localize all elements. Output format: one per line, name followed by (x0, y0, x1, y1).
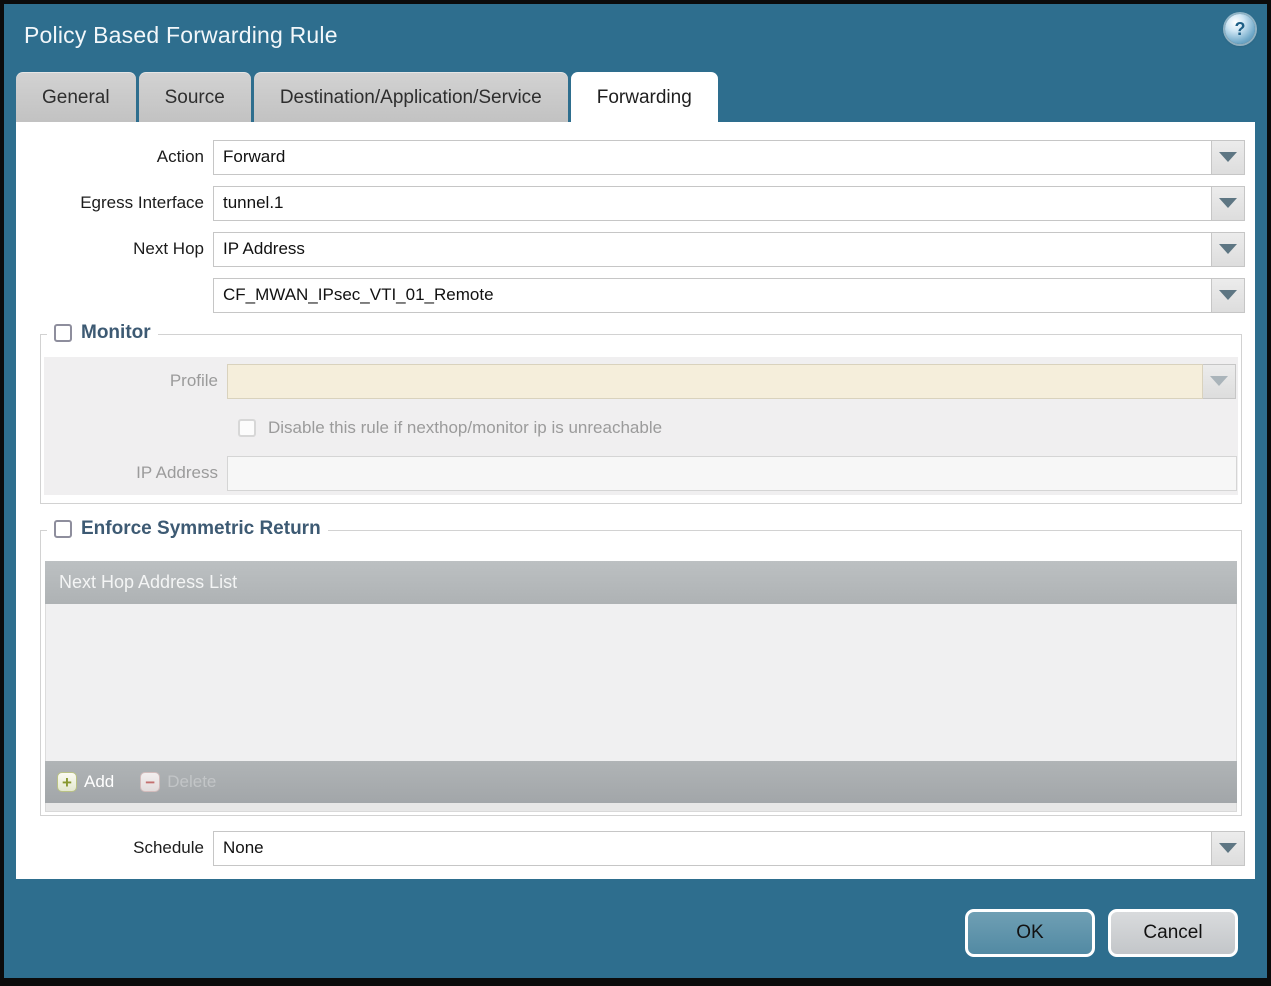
monitor-profile-row: Profile (44, 363, 1238, 399)
egress-interface-select[interactable]: tunnel.1 (213, 185, 1212, 221)
next-hop-address-value: CF_MWAN_IPsec_VTI_01_Remote (223, 285, 494, 304)
chevron-down-icon (1219, 290, 1237, 300)
tab-general[interactable]: General (16, 72, 136, 122)
add-button[interactable]: + Add (57, 772, 114, 792)
monitor-ip-row: IP Address (44, 455, 1238, 491)
tab-destination-application-service[interactable]: Destination/Application/Service (253, 72, 568, 122)
forwarding-tab-panel: Action Forward Egress Interface tunnel.1… (16, 122, 1255, 879)
action-label: Action (156, 147, 204, 166)
tab-forwarding[interactable]: Forwarding (570, 72, 718, 122)
chevron-down-icon (1219, 198, 1237, 208)
next-hop-address-list-header: Next Hop Address List (45, 561, 1237, 604)
chevron-down-icon (1210, 376, 1228, 386)
schedule-value: None (223, 838, 264, 857)
chevron-down-icon (1219, 244, 1237, 254)
tab-general-label: General (42, 86, 110, 108)
table-scroll-strip (45, 803, 1237, 812)
add-plus-icon: + (57, 772, 77, 792)
ok-button-label: OK (1016, 922, 1044, 943)
schedule-select[interactable]: None (213, 830, 1212, 866)
disable-rule-row: Disable this rule if nexthop/monitor ip … (44, 410, 1238, 446)
next-hop-address-dropdown-button[interactable] (1212, 277, 1245, 313)
egress-interface-label: Egress Interface (80, 193, 204, 212)
next-hop-address-select[interactable]: CF_MWAN_IPsec_VTI_01_Remote (213, 277, 1212, 313)
action-select[interactable]: Forward (213, 139, 1212, 175)
action-value: Forward (223, 147, 286, 166)
next-hop-row: Next Hop IP Address (16, 231, 1245, 267)
help-icon[interactable]: ? (1225, 14, 1255, 44)
dialog-title: Policy Based Forwarding Rule (24, 21, 338, 48)
monitor-inner: Profile Disable this rule if nexthop/mon… (44, 357, 1238, 495)
monitor-fieldset: Monitor Profile Disable this rule if nex… (40, 322, 1242, 504)
monitor-ip-label: IP Address (136, 463, 218, 482)
next-hop-address-list-toolbar: + Add − Delete (45, 761, 1237, 803)
enforce-legend-label: Enforce Symmetric Return (81, 518, 321, 539)
action-row: Action Forward (16, 139, 1245, 175)
enforce-symmetric-return-fieldset: Enforce Symmetric Return Next Hop Addres… (40, 518, 1242, 816)
tab-forwarding-label: Forwarding (596, 86, 692, 108)
delete-minus-icon: − (140, 772, 161, 792)
egress-interface-value: tunnel.1 (223, 193, 284, 212)
chevron-down-icon (1219, 152, 1237, 162)
enforce-legend: Enforce Symmetric Return (47, 518, 328, 540)
delete-button: − Delete (140, 772, 216, 792)
tab-source-label: Source (164, 86, 225, 108)
ok-button[interactable]: OK (965, 909, 1095, 957)
cancel-button[interactable]: Cancel (1108, 909, 1238, 957)
profile-dropdown-button (1203, 363, 1236, 399)
disable-rule-label: Disable this rule if nexthop/monitor ip … (268, 418, 663, 437)
egress-interface-dropdown-button[interactable] (1212, 185, 1245, 221)
next-hop-type-value: IP Address (223, 239, 305, 258)
schedule-row: Schedule None (16, 830, 1245, 866)
next-hop-type-select[interactable]: IP Address (213, 231, 1212, 267)
cancel-button-label: Cancel (1143, 922, 1203, 943)
egress-interface-row: Egress Interface tunnel.1 (16, 185, 1245, 221)
profile-label: Profile (169, 371, 218, 390)
monitor-checkbox[interactable] (54, 324, 72, 342)
dialog-titlebar: Policy Based Forwarding Rule (4, 4, 1267, 66)
tab-destination-label: Destination/Application/Service (279, 86, 542, 108)
monitor-legend-label: Monitor (81, 322, 151, 343)
next-hop-dropdown-button[interactable] (1212, 231, 1245, 267)
disable-rule-checkbox (238, 419, 256, 437)
help-question-glyph: ? (1234, 18, 1246, 39)
next-hop-label: Next Hop (133, 239, 204, 258)
add-button-label: Add (84, 772, 115, 791)
next-hop-address-list-table: Next Hop Address List + Add − Delete (45, 561, 1237, 812)
delete-button-label: Delete (167, 772, 217, 791)
next-hop-address-list-body[interactable] (45, 604, 1237, 761)
monitor-legend: Monitor (47, 322, 158, 344)
next-hop-address-row: CF_MWAN_IPsec_VTI_01_Remote (16, 277, 1245, 313)
chevron-down-icon (1219, 843, 1237, 853)
next-hop-address-list-header-label: Next Hop Address List (59, 572, 238, 592)
profile-select (227, 363, 1203, 399)
enforce-symmetric-return-checkbox[interactable] (54, 520, 72, 538)
tab-bar: General Source Destination/Application/S… (16, 70, 1255, 122)
tab-source[interactable]: Source (138, 72, 251, 122)
schedule-label: Schedule (133, 838, 204, 857)
schedule-dropdown-button[interactable] (1212, 830, 1245, 866)
monitor-ip-input (227, 455, 1237, 491)
action-dropdown-button[interactable] (1212, 139, 1245, 175)
policy-based-forwarding-dialog: Policy Based Forwarding Rule ? General S… (4, 4, 1267, 978)
